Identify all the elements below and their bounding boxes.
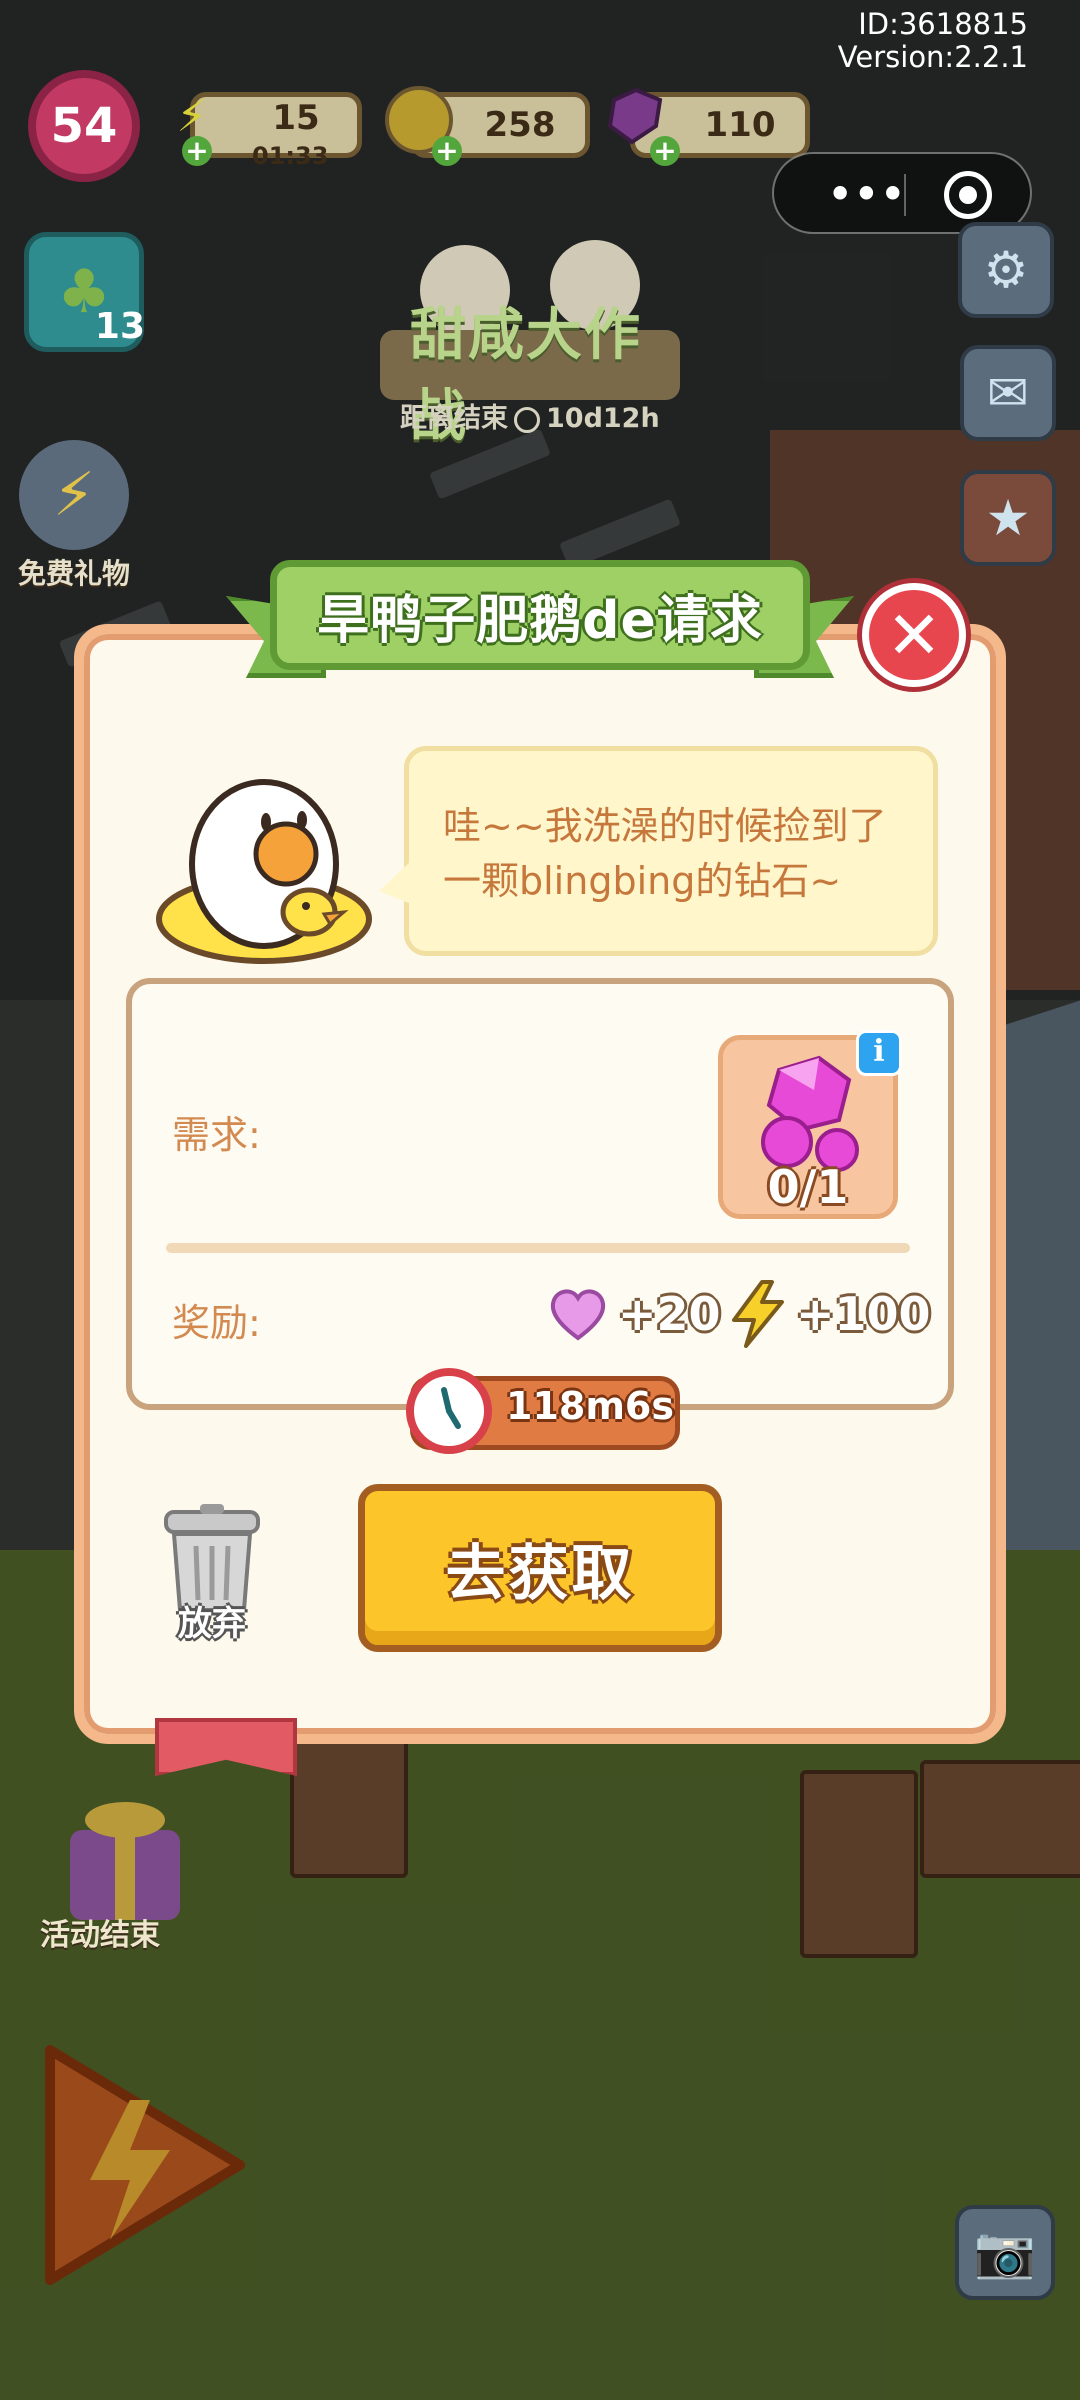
- go-get-label: 去获取: [445, 1538, 635, 1609]
- lightning-play-icon: [45, 2045, 245, 2285]
- go-get-button[interactable]: 去获取: [358, 1484, 722, 1652]
- account-info: ID:3618815 Version:2.2.1: [838, 8, 1028, 74]
- settings-gear-icon[interactable]: ⚙: [958, 222, 1054, 318]
- event-countdown-label: 距离结束: [400, 403, 508, 434]
- capsule-divider: [904, 174, 906, 216]
- clover-icon: ♣ 13: [24, 232, 145, 352]
- clock-icon: [406, 1368, 492, 1454]
- banner-plate: 旱鸭子肥鹅de请求: [270, 560, 810, 670]
- close-icon: ✕: [886, 596, 942, 674]
- energy-value: 15: [272, 98, 320, 138]
- clover-count: 13: [94, 306, 145, 347]
- heart-icon: [550, 1289, 606, 1341]
- more-options-icon[interactable]: •••: [828, 172, 907, 216]
- camera-icon[interactable]: 📷: [955, 2205, 1055, 2300]
- reward-energy: +100: [728, 1278, 931, 1350]
- requirement-progress: 0/1: [767, 1160, 849, 1214]
- requirement-label: 需求:: [172, 1113, 261, 1157]
- coin-value: 258: [484, 105, 556, 145]
- add-energy-icon[interactable]: +: [182, 136, 212, 166]
- gem-value: 110: [704, 105, 776, 145]
- reward-heart-value: +20: [618, 1287, 721, 1341]
- event-countdown: 距离结束 10d12h: [400, 396, 660, 435]
- free-gift-button[interactable]: ⚡ 免费礼物: [18, 440, 130, 592]
- achievement-icon[interactable]: ★: [960, 470, 1056, 566]
- gift-box-icon: [70, 1802, 180, 1920]
- reward-label: 奖励:: [172, 1301, 261, 1345]
- duck-avatar: [134, 744, 374, 984]
- mail-icon[interactable]: ✉: [960, 345, 1056, 441]
- add-gems-icon[interactable]: +: [650, 136, 680, 166]
- dialog-title-banner: 旱鸭子肥鹅de请求: [226, 560, 854, 682]
- abandon-label[interactable]: 放弃: [150, 1596, 274, 1645]
- gift-lightning-icon: ⚡: [19, 440, 129, 550]
- app-version: Version:2.2.1: [837, 40, 1028, 74]
- reward-heart: +20: [548, 1278, 721, 1350]
- dialog-title: 旱鸭子肥鹅de请求: [317, 590, 763, 651]
- add-coins-icon[interactable]: +: [432, 136, 462, 166]
- speech-bubble: 哇~~我洗澡的时候捡到了一颗blingbing的钻石~: [404, 746, 938, 956]
- reward-energy-value: +100: [796, 1287, 931, 1341]
- clover-button[interactable]: ♣ 13: [24, 232, 145, 352]
- lightning-icon: [732, 1280, 784, 1348]
- request-timer-value: 118m6s: [506, 1384, 674, 1428]
- free-gift-label: 免费礼物: [18, 557, 131, 590]
- item-info-icon[interactable]: i: [856, 1030, 902, 1076]
- event-ended-label: 活动结束: [40, 1918, 160, 1953]
- player-level-badge[interactable]: 54: [28, 70, 140, 182]
- close-miniprogram-icon[interactable]: [944, 171, 992, 219]
- speech-text: 哇~~我洗澡的时候捡到了一颗blingbing的钻石~: [443, 804, 887, 903]
- section-divider: [166, 1243, 910, 1253]
- event-banner[interactable]: 甜咸大作战 距离结束 10d12h: [370, 230, 690, 449]
- account-id: ID:3618815: [858, 7, 1028, 41]
- clock-icon: [514, 406, 540, 433]
- event-countdown-value: 10d12h: [546, 403, 660, 434]
- energy-play-button[interactable]: [30, 2040, 250, 2290]
- event-ended-button[interactable]: 活动结束: [10, 1790, 210, 1970]
- energy-refill-timer: 01:33: [252, 142, 329, 170]
- close-dialog-button[interactable]: ✕: [862, 583, 966, 687]
- player-level: 54: [50, 98, 118, 154]
